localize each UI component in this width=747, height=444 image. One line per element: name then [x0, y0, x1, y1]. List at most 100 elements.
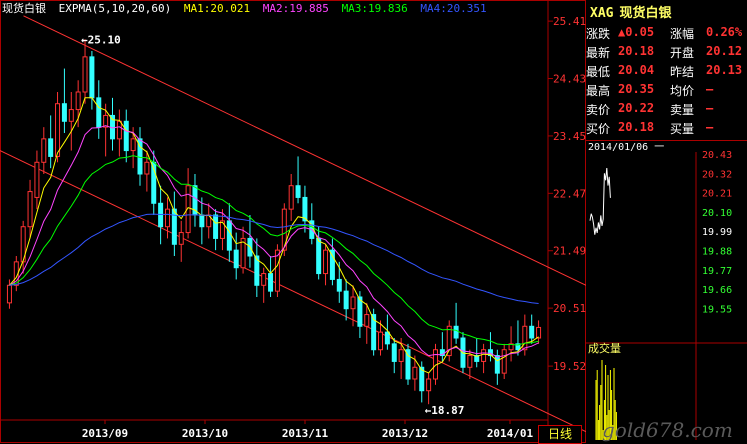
- candle-body: [446, 325, 452, 357]
- x-tick-label: 2013/09: [82, 427, 128, 440]
- quote-value: 0.26%: [706, 25, 743, 39]
- candle-body: [494, 355, 500, 374]
- kline-chart[interactable]: 25.41 24.43 23.45 22.47 21.49 20.51 19.52 2013/…: [0, 0, 586, 443]
- y-tick-label: 23.45: [553, 130, 586, 143]
- candle-body: [295, 185, 301, 198]
- candle-body: [529, 325, 535, 339]
- intraday-tick-label: 19.88: [702, 247, 732, 258]
- candle-body: [522, 325, 528, 351]
- quote-value: —: [706, 120, 714, 134]
- quote-label: 最高: [586, 84, 611, 98]
- quote-label: 开盘: [670, 46, 695, 60]
- quote-label: 卖价: [586, 103, 611, 117]
- intraday-date: 2014/01/06 一: [588, 142, 664, 153]
- candle-body: [96, 97, 102, 128]
- quote-value: 20.04: [618, 63, 655, 77]
- intraday-tick-label: 19.77: [702, 266, 732, 277]
- candle-body: [323, 249, 329, 275]
- quote-value: 20.12: [706, 44, 743, 58]
- volume-label: 成交量: [588, 341, 621, 355]
- quote-row: 最新 20.18 开盘 20.12: [586, 44, 747, 60]
- candle-body: [453, 325, 459, 339]
- ma4-line: [9, 213, 539, 304]
- quote-value: 20.22: [618, 101, 655, 115]
- quote-header: XAG 现货白银: [586, 2, 747, 24]
- intraday-tick-label: 20.43: [702, 150, 732, 161]
- quote-value: —: [706, 82, 714, 96]
- candle-body: [398, 349, 404, 362]
- candle-body: [89, 56, 95, 99]
- legend-name: 现货白银: [2, 2, 46, 15]
- quote-label: 涨跌: [586, 27, 611, 41]
- quote-name: 现货白银: [619, 6, 672, 21]
- quote-row: 卖价 20.22 卖量 —: [586, 101, 747, 117]
- candle-body: [27, 191, 33, 228]
- candle-body: [75, 91, 81, 111]
- candle-body: [336, 278, 342, 292]
- chart-legend: 现货白银 EXPMA(5,10,20,60) MA1:20.021 MA2:19…: [2, 0, 493, 16]
- quote-label: 买价: [586, 122, 611, 136]
- y-tick-label: 24.43: [553, 73, 586, 86]
- low-annotation: ←18.87: [425, 404, 465, 417]
- watermark: gold678.com: [602, 418, 733, 442]
- candle-body: [61, 103, 67, 122]
- ma2-line: [9, 125, 539, 358]
- legend-indicator: EXPMA(5,10,20,60): [58, 2, 172, 15]
- x-tick-label: 2013/10: [182, 427, 228, 440]
- candle-body: [6, 284, 12, 304]
- quote-row: 最低 20.04 昨结 20.13: [586, 63, 747, 79]
- candle-body: [199, 214, 205, 228]
- candle-body: [391, 343, 397, 362]
- intraday-tick-label: 20.10: [702, 208, 732, 219]
- x-tick-label: 2013/11: [282, 427, 329, 440]
- quote-symbol: XAG: [590, 6, 614, 21]
- quote-label: 最新: [586, 46, 611, 60]
- y-tick-label: 25.41: [553, 15, 586, 28]
- candle-body: [268, 273, 274, 292]
- quote-panel: XAG 现货白银 涨跌 ▲0.05 涨幅 0.26% 最新 20.18 开盘 20.12 最低 20…: [586, 0, 747, 443]
- timeframe-daily-button[interactable]: 日线: [538, 425, 582, 444]
- intraday-price-line: [589, 167, 611, 235]
- candle-body: [350, 296, 356, 310]
- candle-body: [213, 214, 219, 239]
- quote-row: 最高 20.35 均价 —: [586, 82, 747, 98]
- candle-body: [536, 326, 542, 339]
- candle-body: [467, 355, 473, 368]
- candle-body: [34, 161, 40, 198]
- candle-body: [123, 120, 129, 152]
- candle-body: [171, 208, 177, 245]
- intraday-mini-chart: 2014/01/06 一 20.43 20.32 20.21 20.10 19.99 19.…: [586, 140, 747, 440]
- quote-label: 涨幅: [670, 27, 695, 41]
- candle-body: [226, 220, 232, 251]
- legend-ma4: MA4:20.351: [420, 2, 487, 15]
- x-tick-label: 2014/01: [487, 427, 534, 440]
- candle-body: [48, 138, 54, 157]
- quote-label: 买量: [670, 122, 695, 136]
- quote-label: 昨结: [670, 65, 695, 79]
- candle-body: [82, 56, 88, 93]
- y-tick-label: 22.47: [553, 187, 586, 200]
- candle-body: [233, 249, 239, 269]
- candle-body: [426, 378, 432, 392]
- legend-ma3: MA3:19.836: [341, 2, 408, 15]
- channel-upper-line: [23, 15, 586, 286]
- intraday-tick-label: 19.66: [702, 285, 732, 296]
- intraday-tick-label: 19.55: [702, 304, 732, 315]
- legend-ma2: MA2:19.885: [262, 2, 329, 15]
- candle-body: [130, 138, 136, 152]
- quote-row: 买价 20.18 买量 —: [586, 120, 747, 136]
- y-tick-label: 21.49: [553, 245, 586, 258]
- quote-value: 20.18: [618, 44, 655, 58]
- candle-body: [316, 237, 322, 275]
- candle-body: [68, 109, 74, 122]
- candle-body: [144, 161, 150, 175]
- quote-value: 20.35: [618, 82, 655, 96]
- intraday-tick-label: 20.32: [702, 169, 732, 180]
- quote-value: 20.13: [706, 63, 743, 77]
- candle-body: [261, 273, 267, 286]
- intraday-tick-label: 20.21: [702, 189, 732, 200]
- high-annotation: ←25.10: [81, 33, 121, 46]
- y-tick-label: 20.51: [553, 302, 586, 315]
- quote-label: 最低: [586, 65, 611, 79]
- candle-body: [41, 138, 47, 163]
